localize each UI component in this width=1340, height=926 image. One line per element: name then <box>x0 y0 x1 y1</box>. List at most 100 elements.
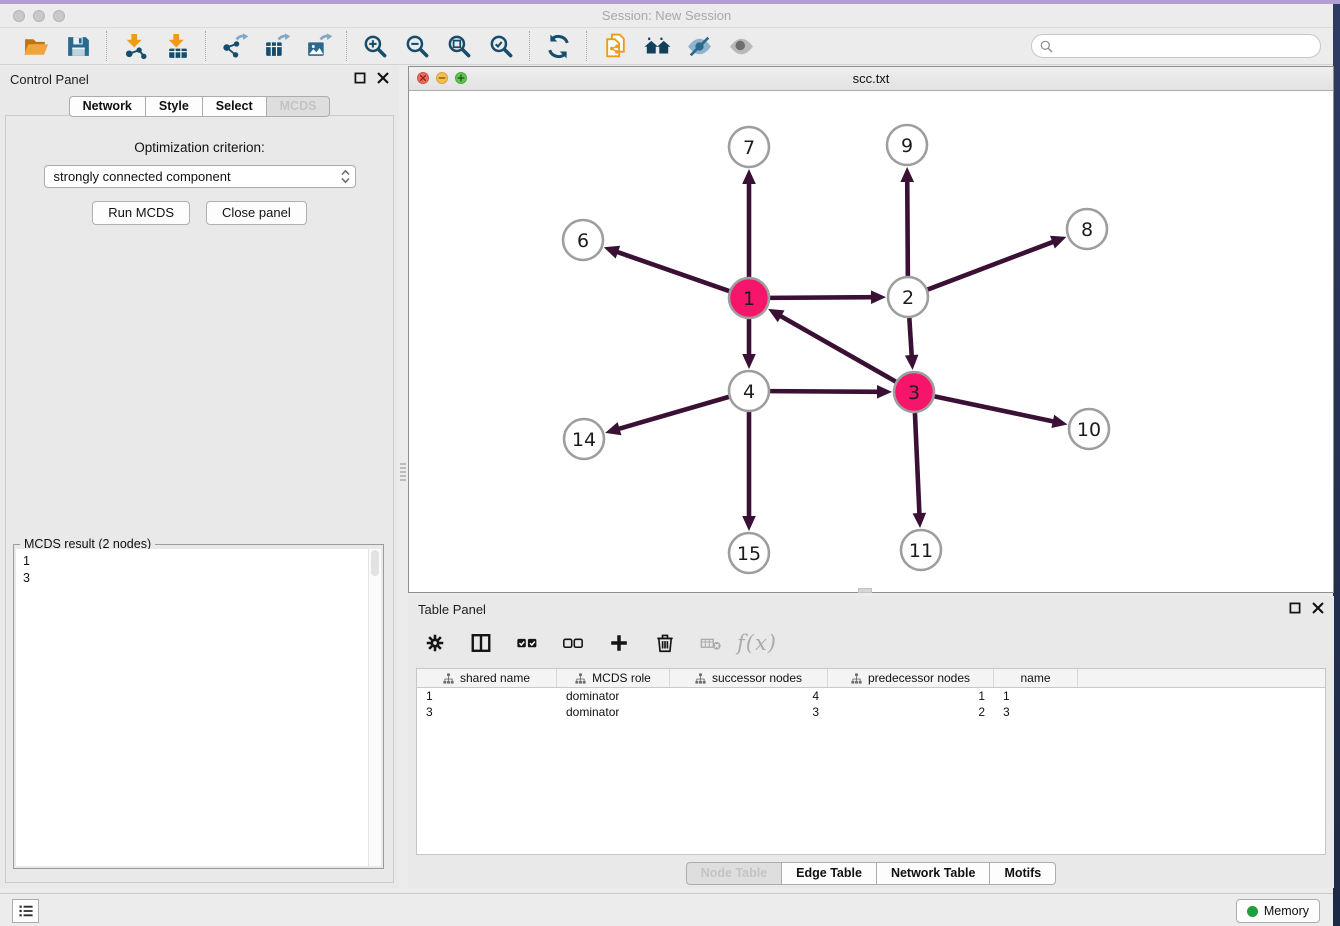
edge-2-3[interactable] <box>909 318 911 357</box>
cell-name[interactable]: 1 <box>994 689 1078 703</box>
cell-name[interactable]: 3 <box>994 705 1078 719</box>
close-table-panel-icon[interactable] <box>1312 602 1324 614</box>
column-header-predecessor-nodes[interactable]: predecessor nodes <box>828 669 994 687</box>
arrowhead-3-11 <box>913 513 927 528</box>
horizontal-splitter-grip[interactable] <box>858 588 872 593</box>
show-all-button[interactable] <box>724 30 758 62</box>
tab-select[interactable]: Select <box>202 96 267 117</box>
column-header-name[interactable]: name <box>994 669 1078 687</box>
deselect-all-button[interactable] <box>560 630 586 656</box>
zoom-in-button[interactable] <box>358 30 392 62</box>
result-scrollbar[interactable] <box>368 549 381 866</box>
network-window-titlebar[interactable]: scc.txt <box>409 67 1333 91</box>
cell-predecessor-nodes[interactable]: 1 <box>828 689 994 703</box>
float-table-panel-icon[interactable] <box>1289 602 1301 614</box>
table-row[interactable]: 1dominator411 <box>417 688 1325 704</box>
edge-3-10[interactable] <box>935 396 1055 421</box>
column-header-MCDS-role[interactable]: MCDS role <box>557 669 670 687</box>
column-label: successor nodes <box>712 671 802 685</box>
maximize-window-button[interactable] <box>53 10 65 22</box>
edge-1-6[interactable] <box>616 252 729 292</box>
import-table-button[interactable] <box>160 30 194 62</box>
edge-1-2[interactable] <box>770 297 873 298</box>
zoom-selected-icon <box>488 33 515 60</box>
network-minimize-button[interactable] <box>436 72 448 84</box>
network-canvas[interactable]: 7968124314101511 <box>409 91 1333 592</box>
criterion-dropdown[interactable]: strongly connected component <box>44 165 356 188</box>
tab-network[interactable]: Network <box>69 96 146 117</box>
export-network-icon <box>221 33 248 60</box>
cell-MCDS-role[interactable]: dominator <box>557 705 670 719</box>
edge-4-14[interactable] <box>618 397 729 429</box>
edge-2-9[interactable] <box>907 180 908 276</box>
tab-mcds[interactable]: MCDS <box>266 96 331 117</box>
task-history-button[interactable] <box>12 899 39 923</box>
cell-successor-nodes[interactable]: 3 <box>670 705 828 719</box>
tab-network-table[interactable]: Network Table <box>876 862 991 885</box>
zoom-out-button[interactable] <box>400 30 434 62</box>
arrowhead-1-7 <box>742 169 756 184</box>
select-all-button[interactable] <box>514 630 540 656</box>
splitter-grip[interactable] <box>400 463 406 481</box>
refresh-button[interactable] <box>541 30 575 62</box>
table-row[interactable]: 3dominator323 <box>417 704 1325 720</box>
column-header-shared-name[interactable]: shared name <box>417 669 557 687</box>
home-button[interactable] <box>640 30 674 62</box>
column-label: shared name <box>460 671 530 685</box>
vertical-splitter[interactable] <box>399 66 408 888</box>
close-window-button[interactable] <box>13 10 25 22</box>
first-neighbors-icon <box>602 33 629 60</box>
show-all-icon <box>728 33 755 60</box>
first-neighbors-button[interactable] <box>598 30 632 62</box>
run-mcds-button[interactable]: Run MCDS <box>92 201 190 225</box>
zoom-selected-button[interactable] <box>484 30 518 62</box>
column-header-successor-nodes[interactable]: successor nodes <box>670 669 828 687</box>
edge-4-3[interactable] <box>770 391 879 392</box>
memory-button[interactable]: Memory <box>1236 899 1320 923</box>
close-panel-icon[interactable] <box>377 72 389 84</box>
minimize-window-button[interactable] <box>33 10 45 22</box>
float-panel-icon[interactable] <box>354 72 366 84</box>
result-line: 3 <box>23 570 361 587</box>
node-label-7: 7 <box>743 137 755 159</box>
open-session-button[interactable] <box>19 30 53 62</box>
tab-motifs[interactable]: Motifs <box>989 862 1056 885</box>
desktop-wallpaper-right <box>1333 4 1340 926</box>
search-input[interactable] <box>1058 39 1312 54</box>
close-panel-button[interactable]: Close panel <box>206 201 307 225</box>
control-panel: Control Panel NetworkStyleSelectMCDS Opt… <box>0 66 399 888</box>
tab-edge-table[interactable]: Edge Table <box>781 862 877 885</box>
search-field[interactable] <box>1031 34 1321 58</box>
save-session-button[interactable] <box>61 30 95 62</box>
edge-2-8[interactable] <box>928 241 1055 289</box>
export-table-button[interactable] <box>259 30 293 62</box>
import-network-button[interactable] <box>118 30 152 62</box>
control-panel-title: Control Panel <box>10 72 89 87</box>
add-column-button[interactable] <box>606 630 632 656</box>
table-panel-title: Table Panel <box>418 602 486 617</box>
criterion-value: strongly connected component <box>54 169 340 184</box>
network-close-button[interactable] <box>417 72 429 84</box>
export-image-button[interactable] <box>301 30 335 62</box>
tab-node-table[interactable]: Node Table <box>686 862 782 885</box>
cell-successor-nodes[interactable]: 4 <box>670 689 828 703</box>
zoom-fit-button[interactable] <box>442 30 476 62</box>
settings-button[interactable] <box>422 630 448 656</box>
edge-3-1[interactable] <box>779 315 895 381</box>
node-table: shared name MCDS role successor nodes prede… <box>416 668 1326 855</box>
export-network-button[interactable] <box>217 30 251 62</box>
arrowhead-1-2 <box>871 290 886 304</box>
network-maximize-button[interactable] <box>455 72 467 84</box>
edge-3-11[interactable] <box>915 413 920 515</box>
cell-shared-name[interactable]: 1 <box>417 689 557 703</box>
arrowhead-2-8 <box>1050 236 1066 249</box>
mcds-panel-body: Optimization criterion: strongly connect… <box>5 115 394 883</box>
cell-predecessor-nodes[interactable]: 2 <box>828 705 994 719</box>
split-view-button[interactable] <box>468 630 494 656</box>
optimization-criterion-label: Optimization criterion: <box>6 140 393 155</box>
delete-column-button[interactable] <box>652 630 678 656</box>
tab-style[interactable]: Style <box>145 96 203 117</box>
cell-shared-name[interactable]: 3 <box>417 705 557 719</box>
cell-MCDS-role[interactable]: dominator <box>557 689 670 703</box>
hide-selected-button[interactable] <box>682 30 716 62</box>
